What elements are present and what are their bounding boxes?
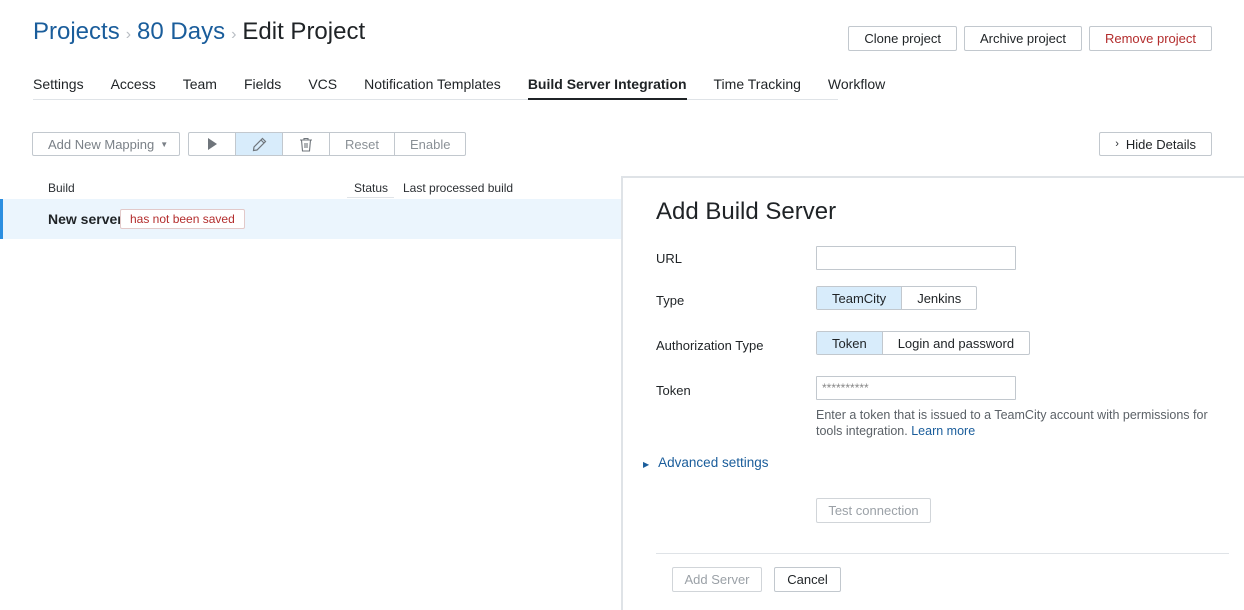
type-option-jenkins[interactable]: Jenkins (902, 287, 976, 309)
edit-button[interactable] (236, 133, 283, 155)
hide-details-label: Hide Details (1125, 136, 1196, 152)
tab-settings[interactable]: Settings (33, 72, 84, 100)
triangle-right-icon: ▶ (643, 460, 650, 469)
caret-down-icon: ▼ (160, 139, 169, 149)
page-title: Edit Project (242, 18, 366, 45)
column-header-build: Build (48, 181, 75, 195)
delete-button[interactable] (283, 133, 330, 155)
advanced-settings-label: Advanced settings (658, 455, 769, 470)
trash-icon (300, 137, 312, 152)
advanced-settings-toggle[interactable]: ▶ Advanced settings (643, 455, 768, 470)
add-new-mapping-label: Add New Mapping (48, 136, 155, 152)
chevron-right-icon: › (1115, 138, 1119, 150)
url-label: URL (656, 251, 683, 266)
reset-button[interactable]: Reset (330, 133, 395, 155)
tab-build-server-integration[interactable]: Build Server Integration (527, 72, 687, 100)
auth-option-login-password[interactable]: Login and password (883, 332, 1029, 354)
mapping-action-group: Reset Enable (188, 132, 467, 156)
add-server-button[interactable]: Add Server (672, 567, 762, 592)
type-label: Type (656, 293, 685, 308)
breadcrumb: Projects › 80 Days › Edit Project (33, 18, 365, 46)
breadcrumb-separator: › (231, 26, 237, 43)
type-option-teamcity[interactable]: TeamCity (817, 287, 903, 309)
authorization-type-selector: Token Login and password (816, 331, 1031, 355)
table-row[interactable]: New server has not been saved (0, 199, 622, 239)
server-name: New server (48, 211, 123, 227)
add-new-mapping-button[interactable]: Add New Mapping ▼ (32, 132, 180, 156)
tab-fields[interactable]: Fields (244, 72, 281, 100)
breadcrumb-projects-link[interactable]: Projects (33, 18, 120, 46)
panel-title: Add Build Server (656, 198, 837, 225)
tab-vcs[interactable]: VCS (308, 72, 337, 100)
cancel-button[interactable]: Cancel (774, 567, 841, 592)
token-hint: Enter a token that is issued to a TeamCi… (816, 407, 1236, 439)
test-connection-button[interactable]: Test connection (816, 498, 931, 523)
tab-access[interactable]: Access (111, 72, 156, 100)
tab-team[interactable]: Team (183, 72, 217, 100)
type-selector: TeamCity Jenkins (816, 286, 978, 310)
play-icon (208, 138, 217, 150)
column-header-last-processed: Last processed build (403, 181, 514, 195)
authorization-type-label: Authorization Type (656, 338, 764, 353)
url-input[interactable] (816, 246, 1016, 270)
enable-button[interactable]: Enable (395, 133, 465, 155)
token-input[interactable] (816, 376, 1016, 400)
breadcrumb-project-link[interactable]: 80 Days (137, 18, 225, 46)
details-panel: Add Build Server URL Type TeamCity Jenki… (621, 176, 1244, 610)
clone-project-button[interactable]: Clone project (848, 26, 957, 51)
tab-time-tracking[interactable]: Time Tracking (714, 72, 801, 100)
build-list-header: Build Status Last processed build (0, 176, 622, 198)
breadcrumb-separator: › (125, 26, 132, 43)
project-actions: Clone project Archive project Remove pro… (848, 26, 1212, 51)
token-label: Token (656, 383, 691, 398)
footer-divider (656, 553, 1229, 554)
archive-project-button[interactable]: Archive project (963, 26, 1082, 51)
remove-project-button[interactable]: Remove project (1088, 26, 1212, 51)
token-hint-text: Enter a token that is issued to a TeamCi… (816, 408, 1208, 438)
mapping-toolbar: Add New Mapping ▼ Reset Enable (32, 132, 467, 156)
tab-notification-templates[interactable]: Notification Templates (364, 72, 501, 100)
column-header-status: Status (354, 181, 389, 195)
run-button[interactable] (189, 133, 236, 155)
project-tabs: Settings Access Team Fields VCS Notifica… (33, 72, 885, 100)
tab-workflow[interactable]: Workflow (828, 72, 885, 100)
status-badge: has not been saved (120, 209, 245, 229)
column-header-status-cell: Status (347, 176, 394, 198)
hide-details-button[interactable]: › Hide Details (1099, 132, 1212, 156)
auth-option-token[interactable]: Token (817, 332, 883, 354)
learn-more-link[interactable]: Learn more (911, 424, 975, 438)
pencil-icon (252, 137, 266, 151)
